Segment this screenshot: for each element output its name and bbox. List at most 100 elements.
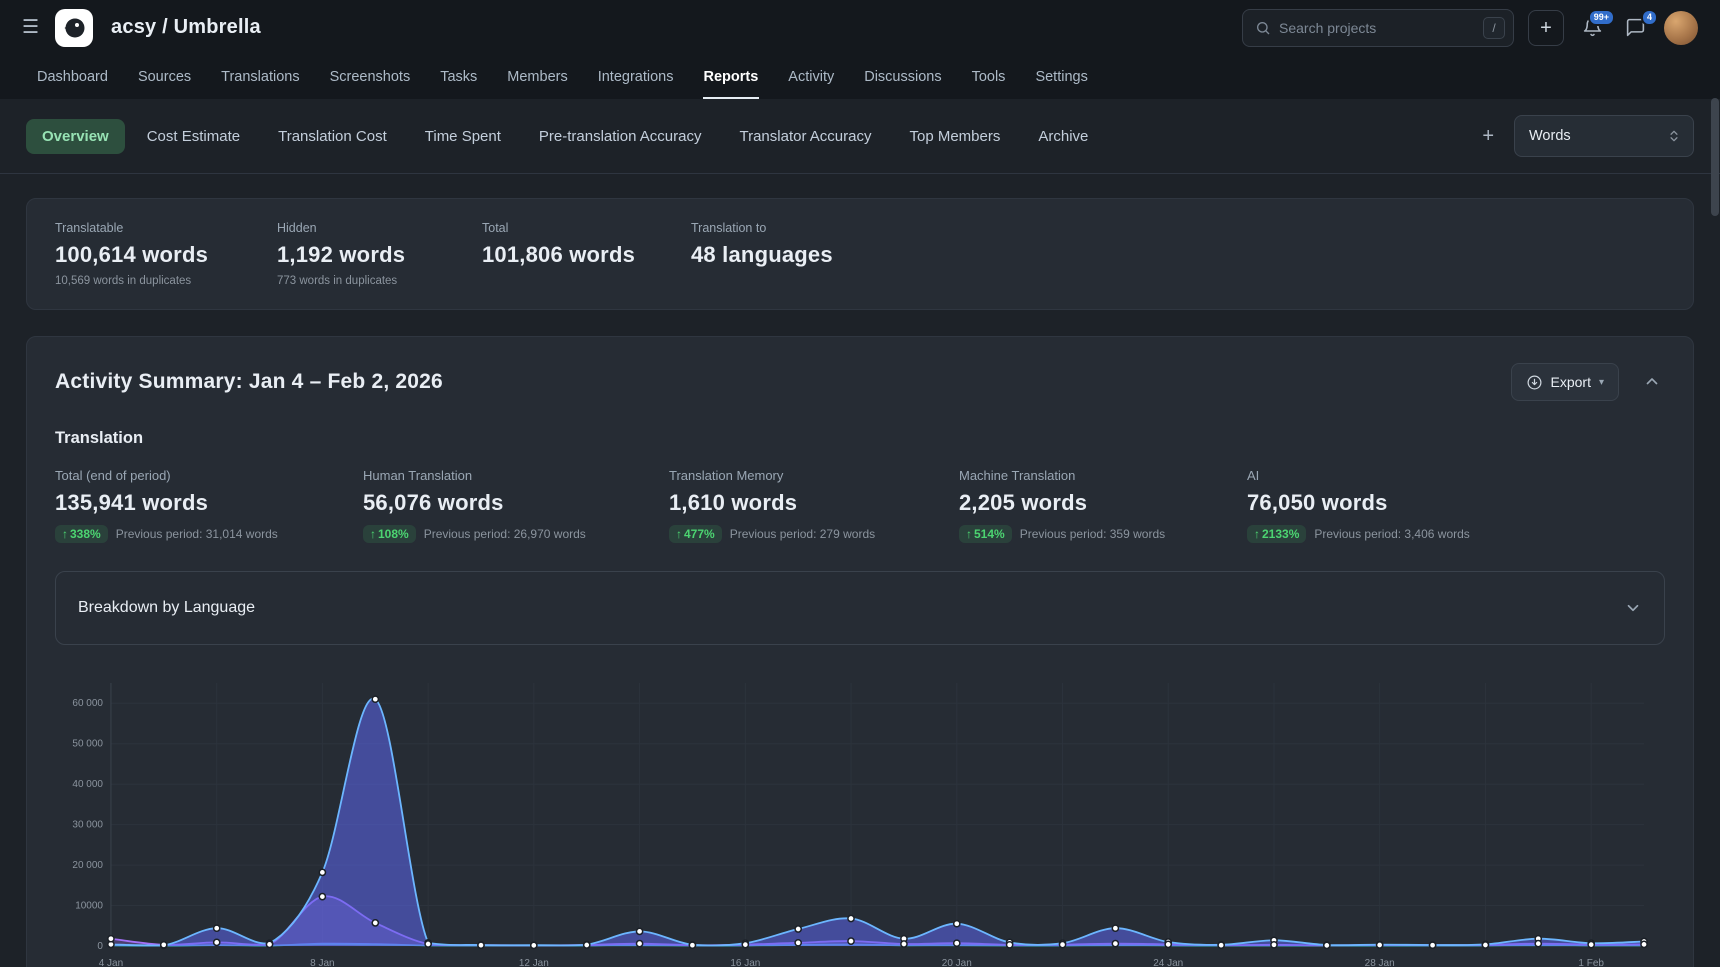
stat-value: 100,614 words: [55, 242, 277, 268]
arrow-up-icon: ↑: [1254, 527, 1260, 541]
add-report-button[interactable]: +: [1468, 125, 1508, 148]
svg-text:60 000: 60 000: [72, 698, 103, 709]
metric-label: Translation Memory: [669, 468, 959, 483]
app-logo[interactable]: [55, 9, 93, 47]
export-button[interactable]: Export ▾: [1511, 363, 1620, 401]
search-box[interactable]: /: [1242, 9, 1514, 47]
previous-period-text: Previous period: 359 words: [1020, 527, 1165, 541]
change-percent: 2133%: [1262, 527, 1299, 541]
arrow-up-icon: ↑: [676, 527, 682, 541]
nav-item-reports[interactable]: Reports: [703, 55, 760, 99]
chevron-up-icon: [1643, 373, 1661, 391]
svg-text:16 Jan: 16 Jan: [730, 958, 760, 967]
stat-value: 1,192 words: [277, 242, 482, 268]
report-tabs-bar: Overview Cost Estimate Translation Cost …: [0, 99, 1720, 174]
tab-translator-accuracy[interactable]: Translator Accuracy: [723, 119, 887, 154]
tab-translation-cost[interactable]: Translation Cost: [262, 119, 403, 154]
activity-summary-title: Activity Summary: Jan 4 – Feb 2, 2026: [55, 370, 443, 394]
search-input[interactable]: [1279, 20, 1475, 36]
main-navigation: Dashboard Sources Translations Screensho…: [0, 55, 1720, 99]
stat-subtext: 10,569 words in duplicates: [55, 275, 277, 287]
arrow-up-icon: ↑: [370, 527, 376, 541]
change-badge: ↑108%: [363, 525, 416, 543]
metric-value: 2,205 words: [959, 490, 1247, 516]
translation-metrics-row: Total (end of period) 135,941 words ↑338…: [55, 468, 1665, 543]
nav-item-discussions[interactable]: Discussions: [863, 55, 942, 99]
stat-value: 48 languages: [691, 242, 1665, 268]
stat-subtext: [482, 275, 691, 287]
slash-shortcut-key: /: [1483, 17, 1505, 39]
export-icon: [1526, 374, 1543, 391]
nav-item-activity[interactable]: Activity: [787, 55, 835, 99]
metric-label: Human Translation: [363, 468, 669, 483]
tab-cost-estimate[interactable]: Cost Estimate: [131, 119, 256, 154]
messages-badge: 4: [1641, 9, 1658, 26]
nav-item-dashboard[interactable]: Dashboard: [36, 55, 109, 99]
stat-translation-to: Translation to 48 languages: [691, 221, 1665, 287]
metric-ai: AI 76,050 words ↑2133% Previous period: …: [1247, 468, 1665, 543]
bird-logo-icon: [61, 15, 87, 41]
stat-hidden: Hidden 1,192 words 773 words in duplicat…: [277, 221, 482, 287]
nav-item-tools[interactable]: Tools: [971, 55, 1007, 99]
tab-archive[interactable]: Archive: [1022, 119, 1104, 154]
svg-text:12 Jan: 12 Jan: [519, 958, 549, 967]
nav-item-settings[interactable]: Settings: [1034, 55, 1088, 99]
previous-period-text: Previous period: 31,014 words: [116, 527, 278, 541]
stat-label: Translatable: [55, 221, 277, 235]
notifications-button[interactable]: 99+: [1578, 13, 1607, 42]
scrollbar-thumb[interactable]: [1711, 98, 1719, 216]
nav-item-sources[interactable]: Sources: [137, 55, 192, 99]
svg-text:4 Jan: 4 Jan: [99, 958, 123, 967]
previous-period-text: Previous period: 26,970 words: [424, 527, 586, 541]
chevron-down-icon: [1624, 599, 1642, 617]
translation-section-title: Translation: [55, 429, 1665, 448]
stat-label: Hidden: [277, 221, 482, 235]
metric-machine-translation: Machine Translation 2,205 words ↑514% Pr…: [959, 468, 1247, 543]
breakdown-label: Breakdown by Language: [78, 599, 255, 617]
metric-label: Machine Translation: [959, 468, 1247, 483]
metric-value: 76,050 words: [1247, 490, 1665, 516]
collapse-section-button[interactable]: [1639, 369, 1665, 395]
hamburger-menu-icon[interactable]: ☰: [22, 18, 39, 37]
tab-overview[interactable]: Overview: [26, 119, 125, 154]
svg-text:28 Jan: 28 Jan: [1365, 958, 1395, 967]
change-badge: ↑2133%: [1247, 525, 1306, 543]
nav-item-integrations[interactable]: Integrations: [597, 55, 675, 99]
tab-top-members[interactable]: Top Members: [893, 119, 1016, 154]
user-avatar[interactable]: [1664, 11, 1698, 45]
change-percent: 338%: [70, 527, 101, 541]
nav-item-translations[interactable]: Translations: [220, 55, 300, 99]
metric-label: Total (end of period): [55, 468, 363, 483]
stat-value: 101,806 words: [482, 242, 691, 268]
tab-pre-translation-accuracy[interactable]: Pre-translation Accuracy: [523, 119, 718, 154]
change-percent: 514%: [974, 527, 1005, 541]
search-icon: [1255, 20, 1271, 36]
unit-select[interactable]: Words: [1514, 115, 1694, 157]
nav-item-tasks[interactable]: Tasks: [439, 55, 478, 99]
previous-period-text: Previous period: 3,406 words: [1314, 527, 1469, 541]
change-badge: ↑514%: [959, 525, 1012, 543]
nav-item-members[interactable]: Members: [506, 55, 568, 99]
stat-label: Total: [482, 221, 691, 235]
svg-text:20 Jan: 20 Jan: [942, 958, 972, 967]
arrow-up-icon: ↑: [966, 527, 972, 541]
nav-item-screenshots[interactable]: Screenshots: [329, 55, 412, 99]
svg-text:24 Jan: 24 Jan: [1153, 958, 1183, 967]
notifications-badge: 99+: [1588, 9, 1615, 26]
summary-stats-card: Translatable 100,614 words 10,569 words …: [26, 198, 1694, 310]
svg-text:50 000: 50 000: [72, 739, 103, 750]
change-percent: 108%: [378, 527, 409, 541]
breakdown-by-language-panel[interactable]: Breakdown by Language: [55, 571, 1665, 645]
tab-time-spent[interactable]: Time Spent: [409, 119, 517, 154]
create-project-button[interactable]: +: [1528, 10, 1564, 46]
messages-button[interactable]: 4: [1621, 13, 1650, 42]
metric-label: AI: [1247, 468, 1665, 483]
change-badge: ↑477%: [669, 525, 722, 543]
svg-text:8 Jan: 8 Jan: [310, 958, 334, 967]
change-percent: 477%: [684, 527, 715, 541]
arrow-up-icon: ↑: [62, 527, 68, 541]
metric-human-translation: Human Translation 56,076 words ↑108% Pre…: [363, 468, 669, 543]
svg-text:40 000: 40 000: [72, 779, 103, 790]
export-label: Export: [1551, 374, 1591, 390]
metric-value: 1,610 words: [669, 490, 959, 516]
